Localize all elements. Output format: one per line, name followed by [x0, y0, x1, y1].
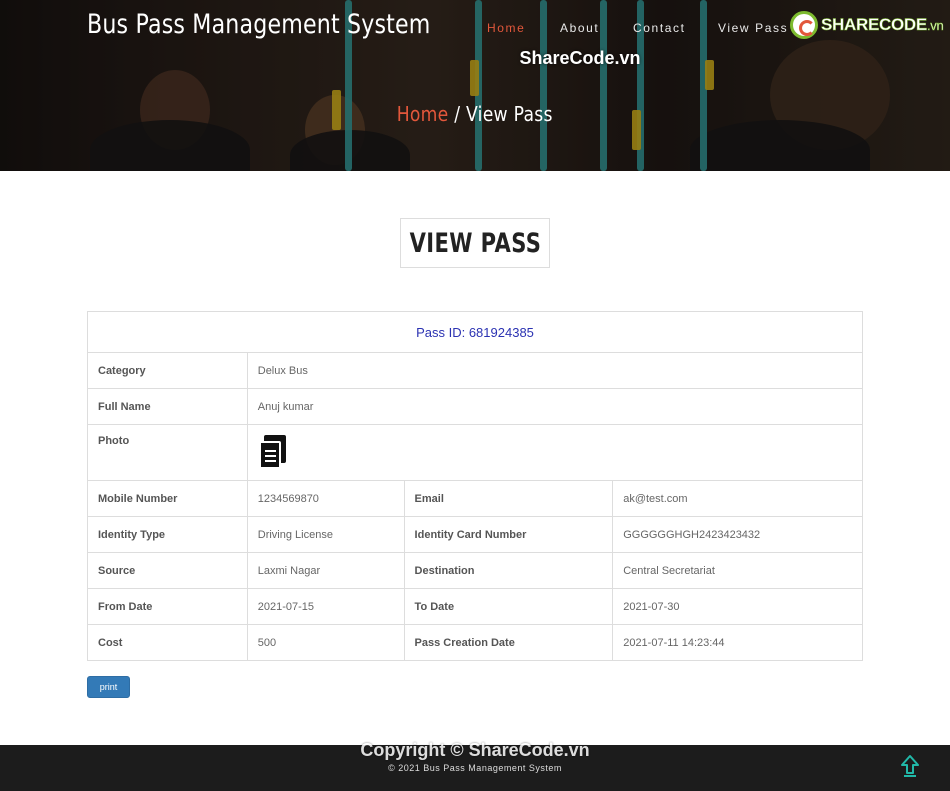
idnum-value: GGGGGGHGH2423423432 [612, 516, 863, 553]
idnum-label: Identity Card Number [403, 516, 614, 553]
fullname-label: Full Name [87, 388, 248, 425]
page-title-box: VIEW PASS [400, 218, 550, 268]
footer-watermark: Copyright © ShareCode.vn [360, 740, 590, 760]
table-row: From Date 2021-07-15 To Date 2021-07-30 [87, 588, 863, 625]
breadcrumb-home[interactable]: Home [397, 102, 449, 126]
nav-home[interactable]: Home [487, 21, 525, 35]
idtype-label: Identity Type [87, 516, 248, 553]
watermark-text: ShareCode.vn [519, 48, 641, 68]
category-label: Category [87, 352, 248, 389]
photo-cell [246, 424, 864, 481]
source-value: Laxmi Nagar [246, 552, 405, 589]
creation-date-value: 2021-07-11 14:23:44 [612, 624, 863, 661]
sharecode-logo-text: SHARECODE.vn [821, 15, 944, 35]
mobile-value: 1234569870 [246, 480, 405, 517]
breadcrumb-current: View Pass [466, 102, 554, 126]
nav-contact[interactable]: Contact [633, 21, 686, 35]
sharecode-logo: SHARECODE.vn [790, 10, 944, 40]
sharecode-logo-icon [790, 11, 818, 39]
email-value: ak@test.com [612, 480, 863, 517]
to-date-value: 2021-07-30 [612, 588, 863, 625]
destination-label: Destination [403, 552, 614, 589]
source-label: Source [87, 552, 248, 589]
pass-id: Pass ID: 681924385 [87, 311, 863, 353]
cost-value: 500 [246, 624, 405, 661]
fullname-value: Anuj kumar [246, 388, 864, 425]
idtype-value: Driving License [246, 516, 405, 553]
from-date-value: 2021-07-15 [246, 588, 405, 625]
nav-view-pass[interactable]: View Pass [718, 21, 788, 35]
cost-label: Cost [87, 624, 248, 661]
email-label: Email [403, 480, 614, 517]
mobile-label: Mobile Number [87, 480, 248, 517]
creation-date-label: Pass Creation Date [403, 624, 614, 661]
destination-value: Central Secretariat [612, 552, 863, 589]
nav-about[interactable]: About [560, 21, 599, 35]
arrow-up-icon[interactable] [900, 754, 920, 778]
to-date-label: To Date [403, 588, 614, 625]
pass-details-table: Pass ID: 681924385 Category Delux Bus Fu… [87, 311, 864, 661]
breadcrumb-separator: / [448, 102, 467, 126]
print-button[interactable]: print [87, 676, 130, 698]
table-row: Photo [87, 424, 864, 481]
copyright-text: © 2021 Bus Pass Management System [388, 763, 562, 773]
category-value: Delux Bus [246, 352, 864, 389]
photo-label: Photo [87, 424, 248, 481]
table-row: Source Laxmi Nagar Destination Central S… [87, 552, 863, 589]
from-date-label: From Date [87, 588, 248, 625]
table-row: Category Delux Bus [87, 352, 864, 389]
breadcrumb: Home / View Pass [0, 102, 950, 126]
site-brand[interactable]: Bus Pass Management System [87, 9, 431, 40]
table-row: Mobile Number 1234569870 Email ak@test.c… [87, 480, 863, 517]
table-row: Identity Type Driving License Identity C… [87, 516, 863, 553]
table-row: Cost 500 Pass Creation Date 2021-07-11 1… [87, 624, 863, 661]
page-title: VIEW PASS [409, 227, 541, 259]
table-row: Full Name Anuj kumar [87, 388, 864, 425]
document-icon[interactable] [258, 435, 288, 471]
